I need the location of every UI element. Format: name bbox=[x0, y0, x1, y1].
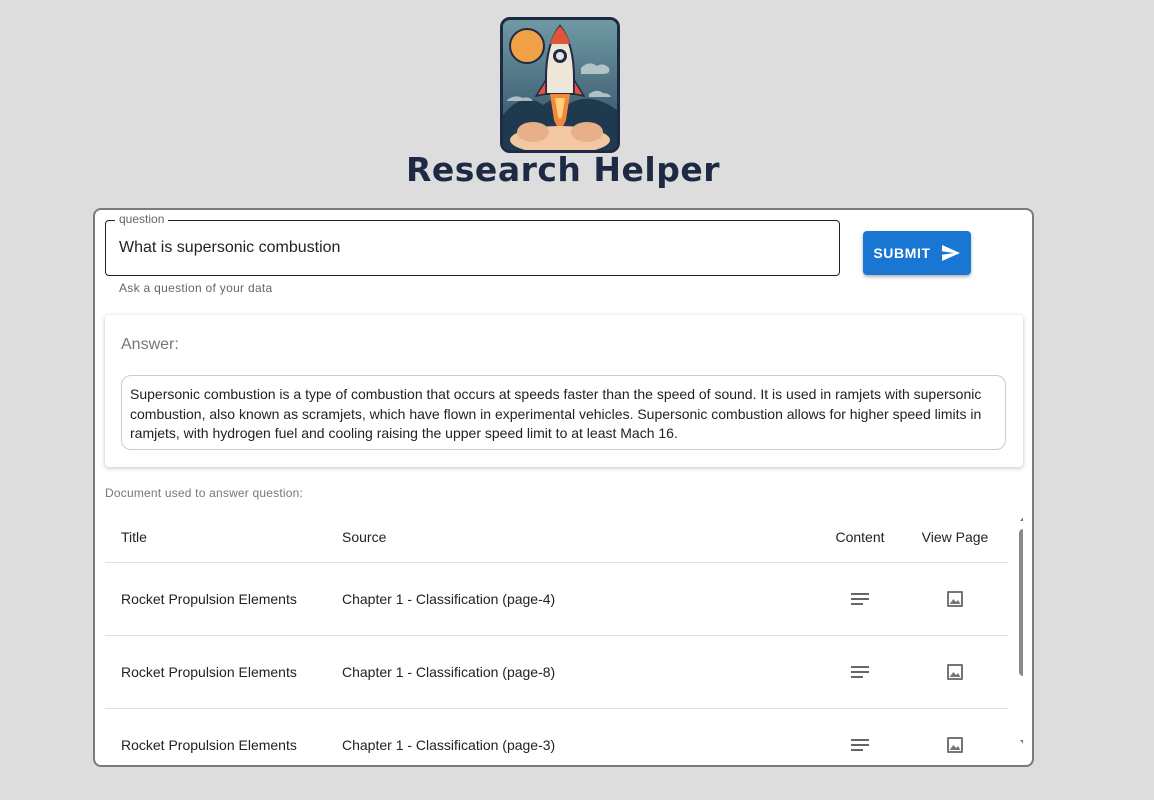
row-title: Rocket Propulsion Elements bbox=[121, 737, 297, 753]
scrollbar-thumb[interactable] bbox=[1019, 529, 1023, 676]
main-card: question Ask a question of your data SUB… bbox=[93, 208, 1034, 767]
question-field[interactable]: question bbox=[105, 212, 840, 276]
column-header-title: Title bbox=[121, 528, 147, 545]
submit-label: SUBMIT bbox=[873, 245, 931, 261]
content-cell bbox=[835, 563, 885, 635]
view-page-cell bbox=[920, 709, 990, 765]
row-source: Chapter 1 - Classification (page-4) bbox=[342, 591, 556, 607]
image-icon[interactable] bbox=[943, 733, 967, 757]
app-logo bbox=[500, 17, 620, 153]
table-row: Rocket Propulsion Elements Chapter 1 - C… bbox=[105, 636, 1008, 709]
answer-heading: Answer: bbox=[121, 336, 179, 353]
text-lines-icon[interactable] bbox=[848, 660, 872, 684]
scroll-down-arrow-icon[interactable] bbox=[1020, 740, 1023, 745]
row-source: Chapter 1 - Classification (page-3) bbox=[342, 737, 556, 753]
row-title: Rocket Propulsion Elements bbox=[121, 591, 297, 607]
content-cell bbox=[835, 709, 885, 765]
documents-label: Document used to answer question: bbox=[105, 486, 304, 500]
answer-text: Supersonic combustion is a type of combu… bbox=[121, 375, 1006, 450]
table-row: Rocket Propulsion Elements Chapter 1 - C… bbox=[105, 709, 1008, 765]
view-page-cell bbox=[920, 563, 990, 635]
answer-panel: Answer: Supersonic combustion is a type … bbox=[105, 315, 1023, 467]
column-header-view-page: View Page bbox=[921, 528, 989, 545]
app-title: Research Helper bbox=[406, 150, 720, 189]
column-header-source: Source bbox=[342, 528, 387, 545]
submit-button[interactable]: SUBMIT bbox=[863, 231, 971, 275]
row-source: Chapter 1 - Classification (page-8) bbox=[342, 664, 556, 680]
text-lines-icon[interactable] bbox=[848, 587, 872, 611]
image-icon[interactable] bbox=[943, 587, 967, 611]
text-lines-icon[interactable] bbox=[848, 733, 872, 757]
table-scrollbar[interactable] bbox=[1016, 511, 1023, 747]
rocket-logo-image bbox=[503, 20, 617, 150]
image-icon[interactable] bbox=[943, 660, 967, 684]
scroll-up-arrow-icon[interactable] bbox=[1020, 516, 1023, 521]
table-header-row: Title Source Content View Page bbox=[105, 511, 1008, 563]
view-page-cell bbox=[920, 636, 990, 708]
documents-table: Title Source Content View Page Rocket Pr… bbox=[105, 511, 1023, 765]
question-helper-text: Ask a question of your data bbox=[119, 281, 273, 295]
content-cell bbox=[835, 636, 885, 708]
column-header-content: Content bbox=[835, 528, 885, 545]
table-row: Rocket Propulsion Elements Chapter 1 - C… bbox=[105, 563, 1008, 636]
question-input[interactable] bbox=[119, 221, 819, 275]
send-icon bbox=[941, 245, 960, 261]
row-title: Rocket Propulsion Elements bbox=[121, 664, 297, 680]
